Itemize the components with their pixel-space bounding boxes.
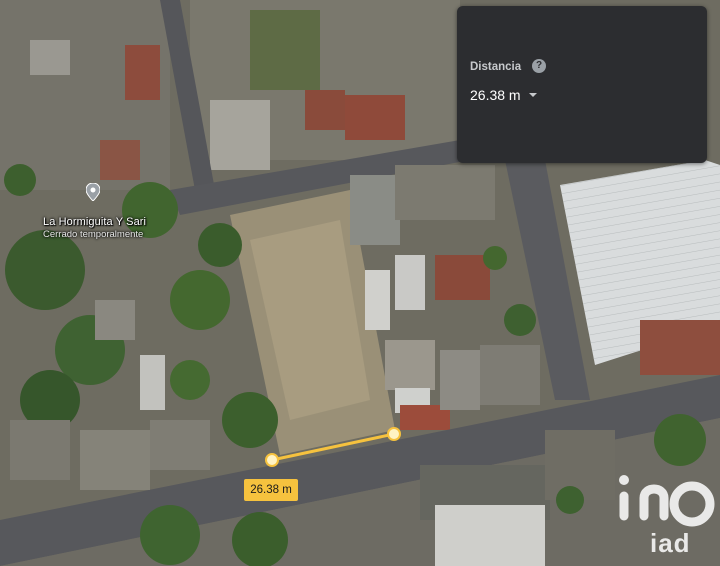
place-name[interactable]: La Hormiguita Y Sari bbox=[43, 216, 146, 228]
place-status: Cerrado temporalmente bbox=[43, 229, 144, 240]
place-pin-icon[interactable] bbox=[86, 183, 100, 201]
measure-start-handle[interactable] bbox=[265, 453, 279, 467]
watermark-text: iad bbox=[650, 528, 691, 558]
distance-panel: Distancia ? 26.38 m bbox=[457, 6, 707, 163]
caret-down-icon[interactable] bbox=[529, 93, 537, 97]
place-marker[interactable]: La Hormiguita Y Sari Cerrado temporalmen… bbox=[40, 183, 200, 243]
distance-value[interactable]: 26.38 m bbox=[470, 87, 521, 103]
measure-distance-label: 26.38 m bbox=[244, 479, 298, 501]
help-circle-icon[interactable]: ? bbox=[532, 59, 546, 73]
measure-end-handle[interactable] bbox=[387, 427, 401, 441]
distance-title: Distancia bbox=[470, 61, 522, 73]
